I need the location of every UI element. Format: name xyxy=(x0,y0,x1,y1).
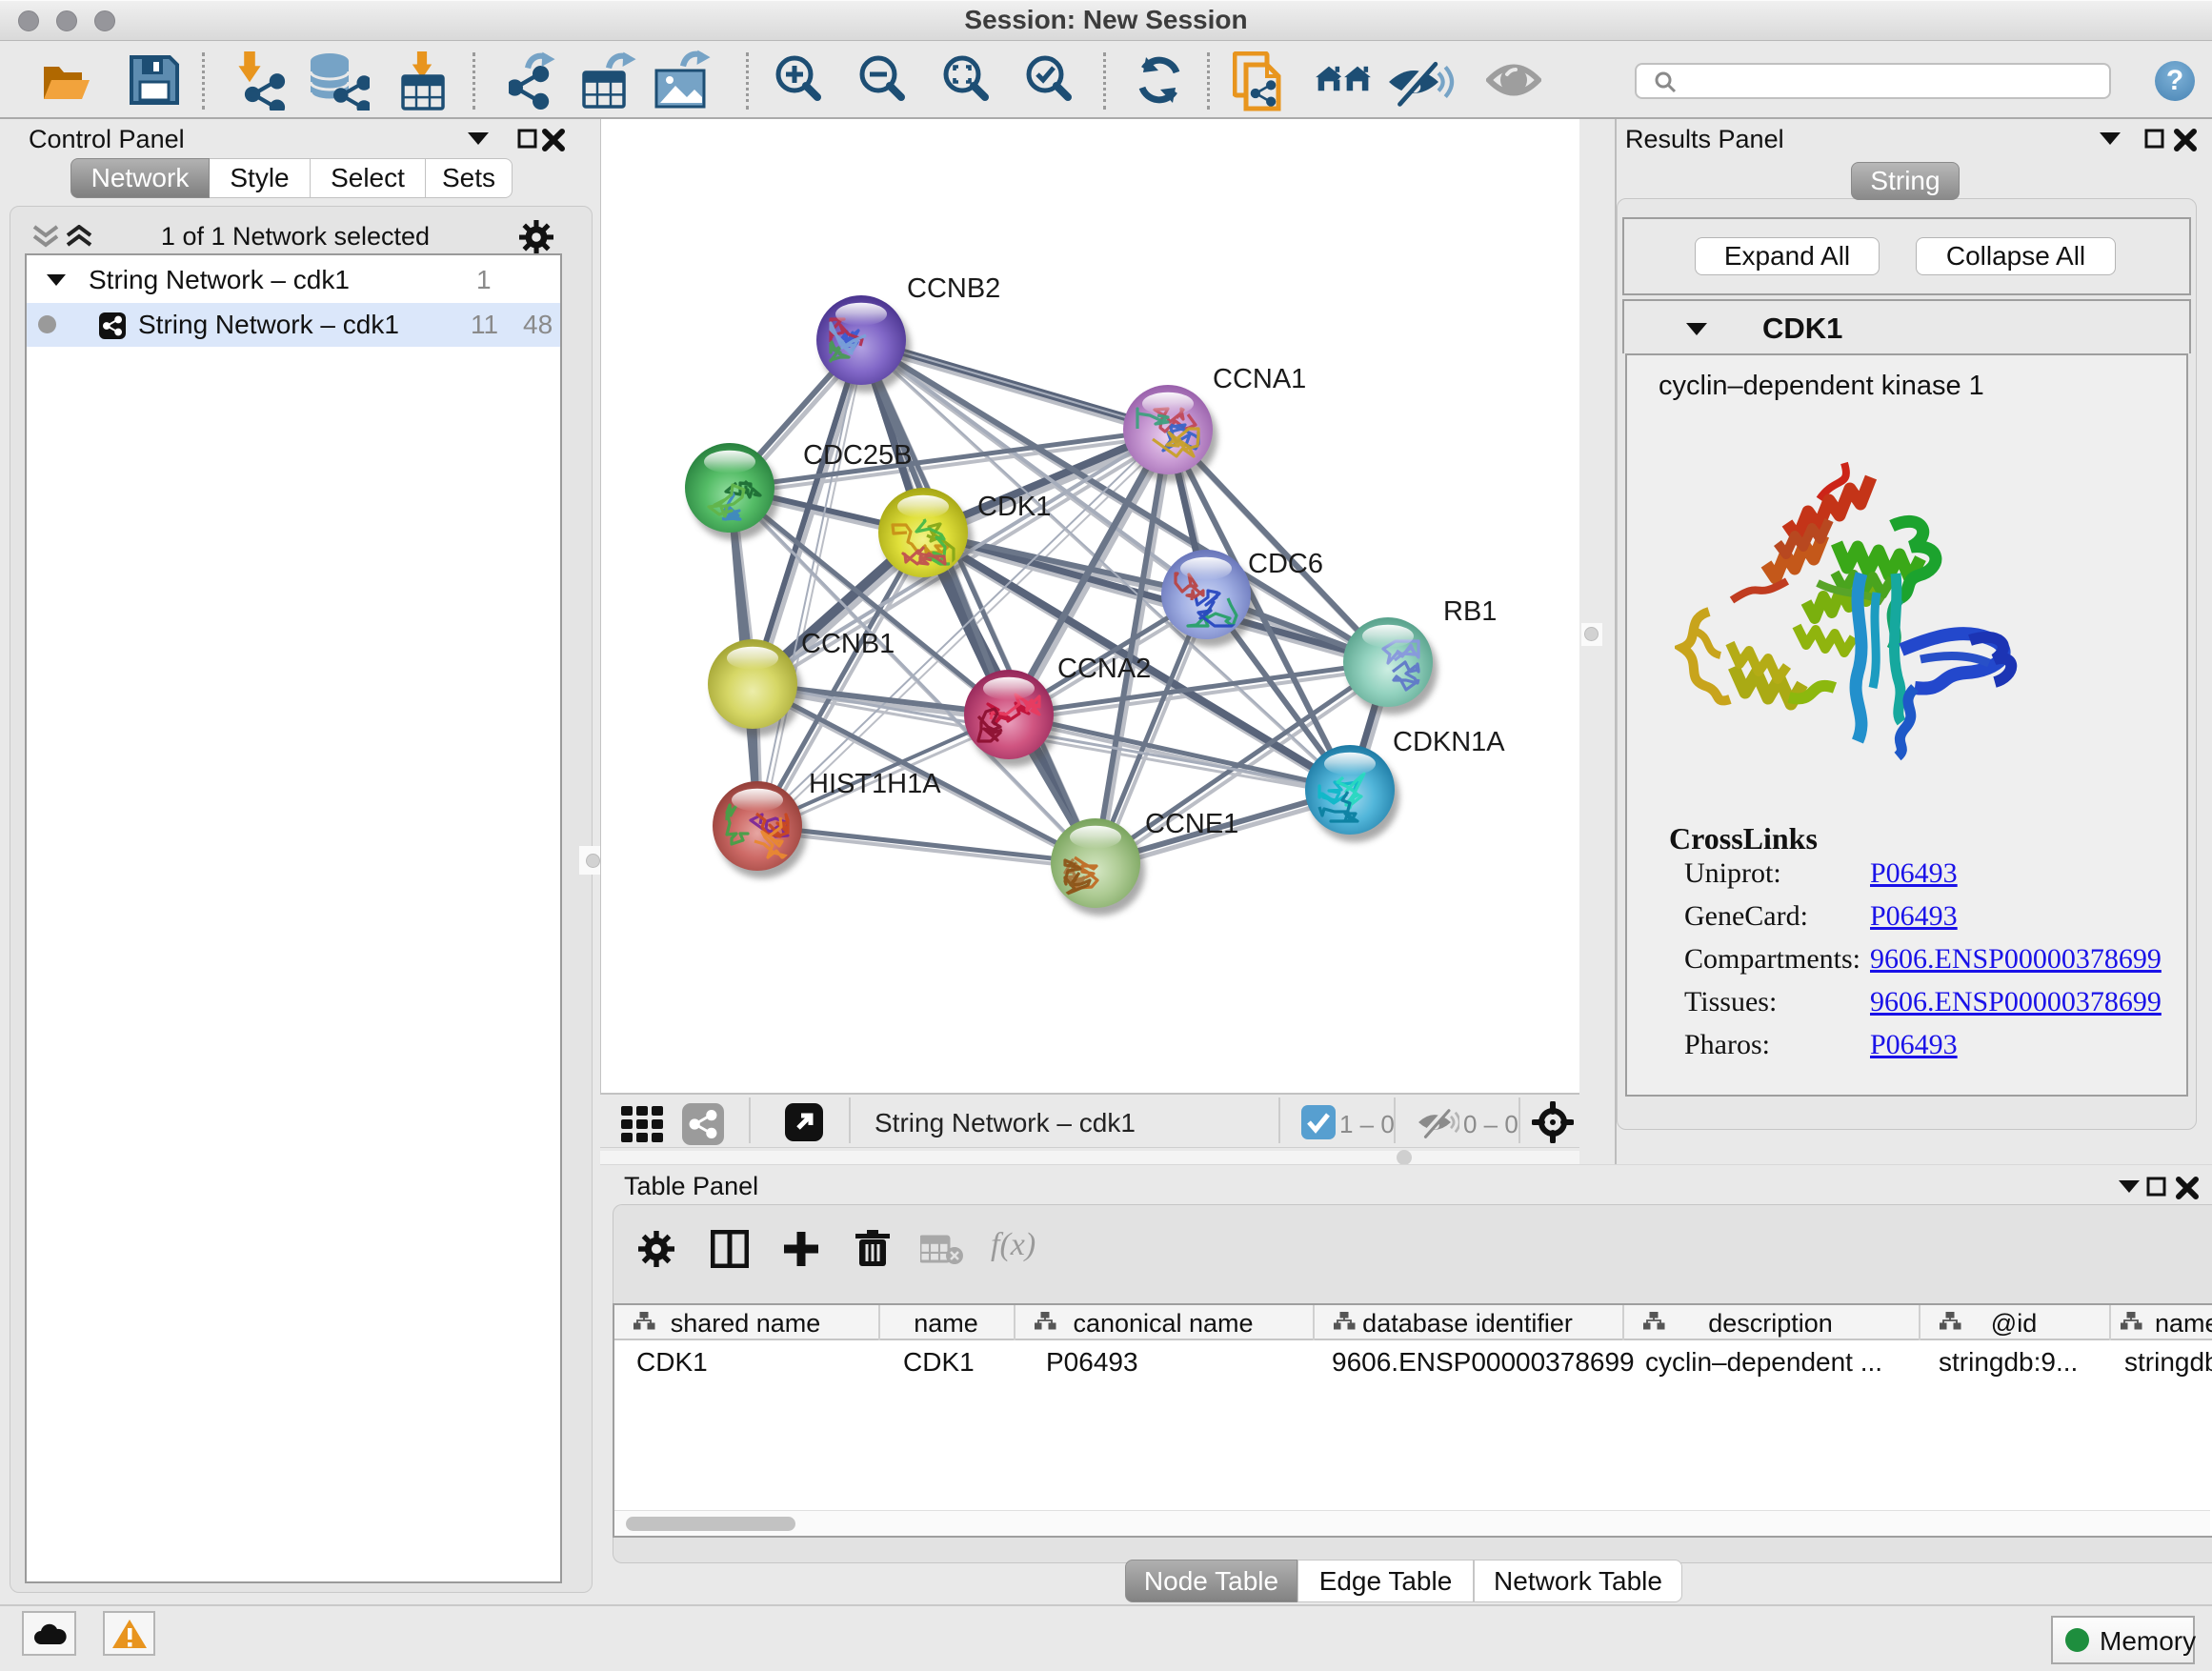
svg-text:RB1: RB1 xyxy=(1443,596,1497,627)
svg-text:CDK1: CDK1 xyxy=(977,492,1051,522)
svg-text:CCNB1: CCNB1 xyxy=(801,629,895,659)
svg-text:CCNA1: CCNA1 xyxy=(1213,364,1306,394)
svg-text:HIST1H1A: HIST1H1A xyxy=(809,769,941,799)
svg-text:CCNB2: CCNB2 xyxy=(907,273,1000,304)
svg-text:CCNE1: CCNE1 xyxy=(1145,809,1238,839)
svg-text:CDC25B: CDC25B xyxy=(803,440,912,471)
svg-text:CCNA2: CCNA2 xyxy=(1057,654,1151,684)
svg-text:CDKN1A: CDKN1A xyxy=(1393,727,1505,757)
svg-text:CDC6: CDC6 xyxy=(1248,549,1323,579)
